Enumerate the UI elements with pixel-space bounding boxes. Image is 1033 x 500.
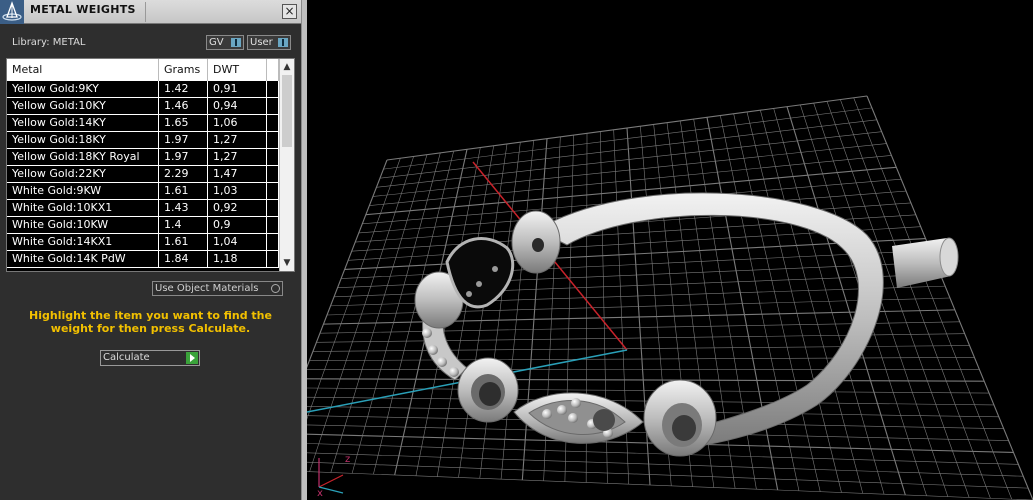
metal-cell: White Gold:14K PdW — [7, 251, 159, 267]
metal-cell: White Gold:10KX1 — [7, 200, 159, 216]
gv-toggle-button[interactable]: GV — [206, 35, 244, 50]
table-row[interactable]: White Gold:14KX1 1.61 1,04 — [7, 234, 279, 251]
table-row[interactable]: White Gold:9KW 1.61 1,03 — [7, 183, 279, 200]
scroll-down-icon[interactable]: ▼ — [280, 255, 294, 271]
use-object-materials-label: Use Object Materials — [155, 283, 259, 294]
metal-cell: White Gold:14KX1 — [7, 234, 159, 250]
scroll-up-icon[interactable]: ▲ — [280, 59, 294, 75]
metal-cell: White Gold:10KW — [7, 217, 159, 233]
axis-gizmo: z x — [317, 454, 350, 499]
spacer-cell — [267, 166, 279, 182]
metal-cell: Yellow Gold:9KY — [7, 81, 159, 97]
column-header-metal[interactable]: Metal — [7, 59, 159, 81]
grams-cell: 1.61 — [159, 234, 208, 250]
spacer-cell — [267, 115, 279, 131]
column-header-spacer — [267, 59, 279, 81]
spacer-cell — [267, 149, 279, 165]
table-row[interactable]: White Gold:14K PdW 1.84 1,18 — [7, 251, 279, 268]
spacer-cell — [267, 183, 279, 199]
gv-label: GV — [209, 37, 224, 48]
viewport-canvas[interactable]: z x — [307, 0, 1033, 500]
metal-weights-panel: METAL WEIGHTS × Library: METAL GV User M… — [0, 0, 301, 500]
table-row[interactable]: Yellow Gold:18KY 1.97 1,27 — [7, 132, 279, 149]
grams-cell: 1.97 — [159, 149, 208, 165]
info-icon — [278, 38, 288, 47]
3d-viewport[interactable]: z x — [307, 0, 1033, 500]
table-body: Yellow Gold:9KY 1.42 0,91 Yellow Gold:10KY 1… — [7, 81, 279, 268]
grams-cell: 2.29 — [159, 166, 208, 182]
dwt-cell: 1,03 — [208, 183, 267, 199]
axis-z-label: z — [345, 454, 350, 465]
grams-cell: 1.65 — [159, 115, 208, 131]
use-object-materials-option[interactable]: Use Object Materials — [152, 281, 283, 296]
column-header-grams[interactable]: Grams — [159, 59, 208, 81]
close-button[interactable]: × — [282, 4, 297, 19]
table-row[interactable]: Yellow Gold:14KY 1.65 1,06 — [7, 115, 279, 132]
metal-cell: Yellow Gold:18KY — [7, 132, 159, 148]
column-header-dwt[interactable]: DWT — [208, 59, 267, 81]
grams-cell: 1.46 — [159, 98, 208, 114]
grams-cell: 1.43 — [159, 200, 208, 216]
metal-cell: Yellow Gold:14KY — [7, 115, 159, 131]
table-row[interactable]: Yellow Gold:10KY 1.46 0,94 — [7, 98, 279, 115]
spacer-cell — [267, 234, 279, 250]
app-logo-icon — [0, 0, 24, 24]
radio-icon[interactable] — [271, 284, 280, 293]
calculate-label: Calculate — [103, 352, 150, 363]
metal-cell: Yellow Gold:18KY Royal — [7, 149, 159, 165]
metal-cell: White Gold:9KW — [7, 183, 159, 199]
dwt-cell: 1,18 — [208, 251, 267, 267]
dwt-cell: 0,9 — [208, 217, 267, 233]
dwt-cell: 1,27 — [208, 149, 267, 165]
user-toggle-button[interactable]: User — [247, 35, 291, 50]
spacer-cell — [267, 251, 279, 267]
table-row[interactable]: White Gold:10KX1 1.43 0,92 — [7, 200, 279, 217]
spacer-cell — [267, 200, 279, 216]
grams-cell: 1.42 — [159, 81, 208, 97]
instruction-text: Highlight the item you want to find the … — [29, 309, 272, 335]
title-divider — [145, 2, 146, 22]
grams-cell: 1.4 — [159, 217, 208, 233]
table-row[interactable]: Yellow Gold:18KY Royal 1.97 1,27 — [7, 149, 279, 166]
grams-cell: 1.84 — [159, 251, 208, 267]
dwt-cell: 0,91 — [208, 81, 267, 97]
grams-cell: 1.97 — [159, 132, 208, 148]
metal-cell: Yellow Gold:10KY — [7, 98, 159, 114]
dwt-cell: 1,06 — [208, 115, 267, 131]
spacer-cell — [267, 217, 279, 233]
axis-x-label: x — [317, 488, 323, 499]
info-icon — [231, 38, 241, 47]
dwt-cell: 0,92 — [208, 200, 267, 216]
scroll-thumb[interactable] — [282, 75, 292, 147]
panel-title: METAL WEIGHTS — [30, 3, 136, 16]
metals-table[interactable]: Metal Grams DWT Yellow Gold:9KY 1.42 0,91 Y… — [6, 58, 295, 272]
table-row[interactable]: White Gold:10KW 1.4 0,9 — [7, 217, 279, 234]
library-label: Library: METAL — [12, 37, 86, 48]
dwt-cell: 0,94 — [208, 98, 267, 114]
dwt-cell: 1,47 — [208, 166, 267, 182]
table-row[interactable]: Yellow Gold:22KY 2.29 1,47 — [7, 166, 279, 183]
grams-cell: 1.61 — [159, 183, 208, 199]
play-icon[interactable] — [186, 352, 198, 364]
metal-cell: Yellow Gold:22KY — [7, 166, 159, 182]
table-header: Metal Grams DWT — [7, 59, 279, 81]
table-row[interactable]: Yellow Gold:9KY 1.42 0,91 — [7, 81, 279, 98]
spacer-cell — [267, 81, 279, 97]
calculate-button[interactable]: Calculate — [100, 350, 200, 366]
user-label: User — [250, 37, 273, 48]
dwt-cell: 1,27 — [208, 132, 267, 148]
panel-titlebar[interactable]: METAL WEIGHTS × — [0, 0, 301, 24]
spacer-cell — [267, 132, 279, 148]
dwt-cell: 1,04 — [208, 234, 267, 250]
spacer-cell — [267, 98, 279, 114]
table-scrollbar[interactable]: ▲ ▼ — [279, 59, 294, 271]
